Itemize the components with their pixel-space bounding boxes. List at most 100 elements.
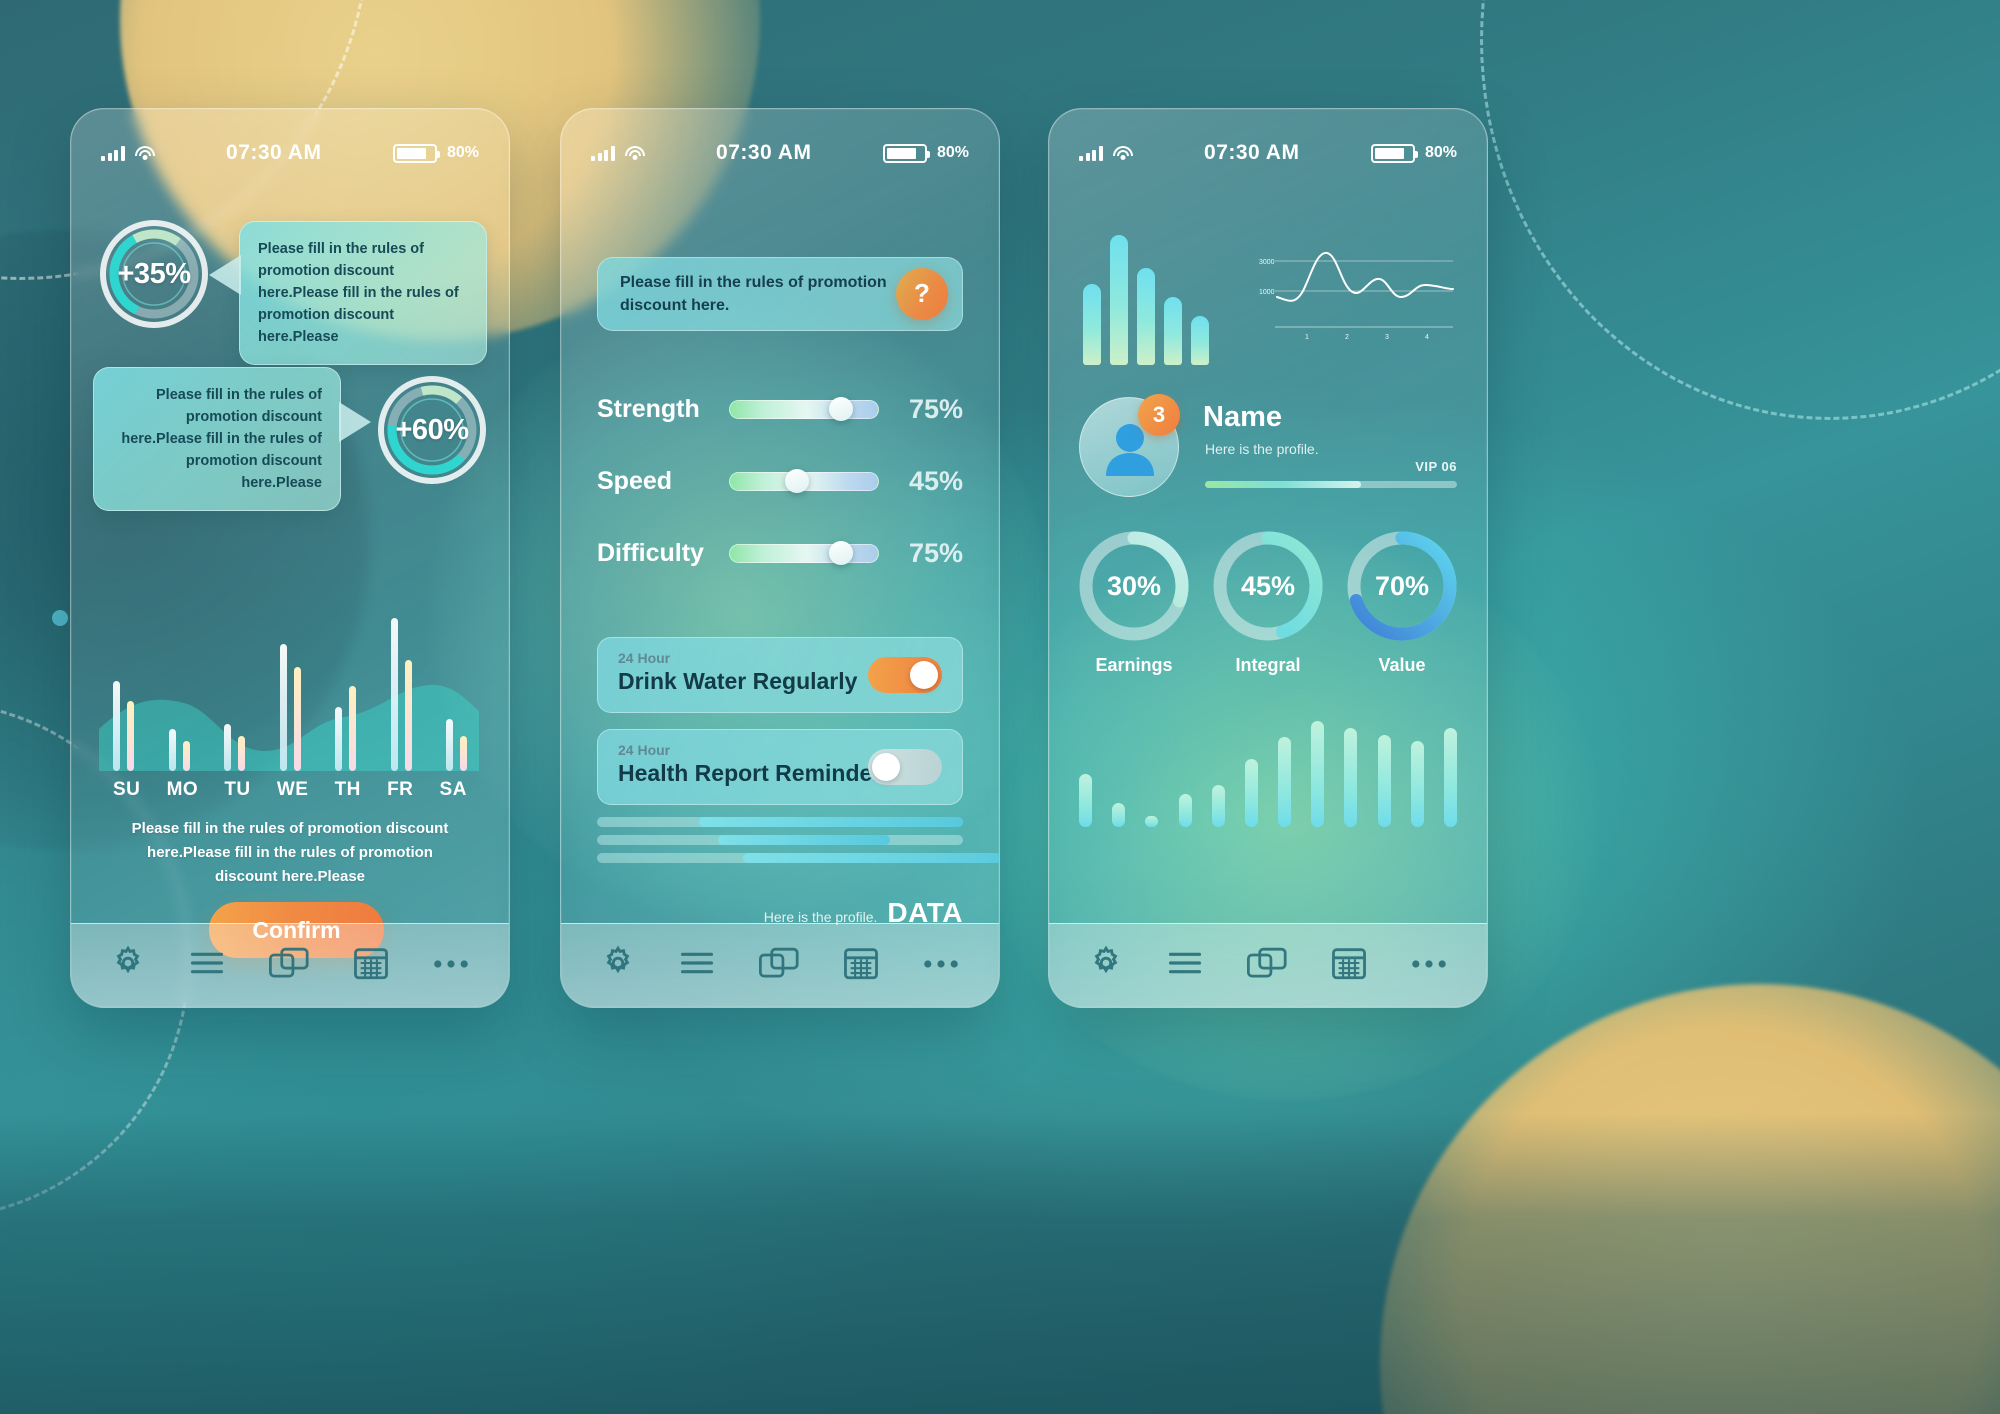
bottom-bar-chart (1079, 717, 1457, 827)
data-progress-lines (597, 817, 999, 871)
phone-screen-promotion: 07:30 AM 80% +35% Please fill in the rul… (70, 108, 510, 1008)
bar (1311, 721, 1325, 827)
x-tick-3: 3 (1385, 334, 1389, 341)
gear-icon[interactable] (600, 945, 636, 986)
bar-group (279, 643, 301, 771)
slider-knob-speed[interactable] (784, 469, 809, 493)
x-tick-2: 2 (1345, 334, 1349, 341)
toggle-card-health-report[interactable]: 24 Hour Health Report Reminder (597, 729, 963, 805)
slider-label-difficulty: Difficulty (597, 538, 704, 567)
more-icon[interactable] (432, 957, 470, 975)
progress-ring-35-value: +35% (117, 257, 191, 290)
progress-ring-35[interactable]: +35% (99, 219, 209, 329)
promotion-note: Please fill in the rules of promotion di… (131, 820, 449, 885)
calendar-icon[interactable] (353, 946, 389, 985)
toggle-switch-drink-water[interactable] (868, 657, 942, 693)
slider-row-strength[interactable]: Strength 75% (597, 389, 963, 429)
menu-icon[interactable] (189, 950, 225, 981)
progress-ring-60[interactable]: +60% (377, 375, 487, 485)
tooltip-tail-bottom (339, 402, 371, 442)
slider-track-speed[interactable] (729, 469, 879, 493)
wifi-icon (624, 145, 645, 161)
status-bar: 07:30 AM 80% (71, 109, 509, 197)
menu-icon[interactable] (1167, 950, 1203, 981)
bar (1443, 728, 1457, 827)
y-tick-1000: 1000 (1259, 289, 1275, 296)
screen1-content: +35% Please fill in the rules of promoti… (71, 197, 509, 958)
bar (293, 666, 301, 771)
gear-icon[interactable] (1088, 945, 1124, 986)
profile-name: Name (1203, 401, 1282, 433)
bar-group (335, 685, 356, 771)
bar (127, 701, 134, 771)
menu-icon[interactable] (679, 950, 715, 981)
donut-metric[interactable]: 45% Integral (1209, 527, 1327, 676)
donut-ring: 45% (1209, 527, 1327, 645)
bar-group (224, 724, 245, 771)
more-icon[interactable] (922, 957, 960, 975)
donut-metric[interactable]: 70% Value (1343, 527, 1461, 676)
data-line (597, 853, 999, 863)
donut-value: 45% (1240, 570, 1296, 601)
bar (1145, 816, 1159, 827)
bar (1137, 267, 1155, 365)
bar (1112, 802, 1126, 827)
weekly-bars (113, 597, 467, 771)
bar (168, 729, 176, 771)
signal-bars-icon (1079, 145, 1103, 161)
bar (1344, 728, 1358, 827)
bar-group (113, 680, 134, 771)
toggle-card-drink-water[interactable]: 24 Hour Drink Water Regularly (597, 637, 963, 713)
donut-ring: 70% (1343, 527, 1461, 645)
avatar[interactable]: 3 (1079, 394, 1180, 497)
toggle-switch-health-report[interactable] (868, 749, 942, 785)
tooltip-bubble-bottom-text: Please fill in the rules of promotion di… (121, 387, 322, 492)
bottom-navbar-2[interactable] (561, 923, 999, 1007)
weekly-day-labels: SU MO TU WE TH FR SA (113, 779, 467, 801)
slider-row-difficulty[interactable]: Difficulty 75% (597, 533, 963, 573)
wifi-icon (134, 145, 155, 161)
bar (349, 685, 356, 771)
bar-group (446, 718, 467, 771)
tooltip-bubble-top: Please fill in the rules of promotion di… (239, 221, 487, 366)
calendar-icon[interactable] (1331, 946, 1367, 985)
windows-icon[interactable] (268, 947, 310, 984)
more-icon[interactable] (1410, 957, 1448, 975)
profile-vip-level: VIP 06 (1415, 459, 1457, 474)
bottom-navbar-1[interactable] (71, 923, 509, 1007)
background-floor-shadow (0, 1114, 2000, 1414)
slider-row-speed[interactable]: Speed 45% (597, 461, 963, 501)
weekly-bar-chart: SU MO TU WE TH FR SA (99, 597, 481, 800)
info-bubble-text: Please fill in the rules of promotion di… (620, 273, 887, 314)
bar (404, 659, 412, 771)
screen2-content: Please fill in the rules of promotion di… (561, 197, 999, 928)
battery-percent: 80% (1424, 144, 1457, 161)
day-label: FR (387, 779, 414, 800)
windows-icon[interactable] (758, 947, 800, 984)
donut-value: 70% (1374, 570, 1430, 601)
profile-progress-bar (1205, 481, 1457, 488)
bar (335, 706, 342, 771)
bar (224, 724, 231, 771)
battery-percent: 80% (446, 144, 479, 161)
bottom-navbar-3[interactable] (1049, 923, 1487, 1007)
profile-card[interactable]: 3 Name Here is the profile. VIP 06 (1079, 394, 1457, 497)
wifi-icon (1112, 145, 1133, 161)
windows-icon[interactable] (1246, 947, 1288, 984)
status-time: 07:30 AM (1204, 141, 1300, 164)
data-line (597, 817, 963, 827)
question-mark-icon[interactable]: ? (896, 268, 948, 320)
day-label: SU (113, 779, 141, 800)
bar (1110, 235, 1128, 365)
slider-knob-difficulty[interactable] (829, 541, 853, 565)
slider-track-difficulty[interactable] (729, 541, 879, 565)
slider-knob-strength[interactable] (829, 397, 853, 421)
slider-track-strength[interactable] (729, 397, 879, 421)
donut-ring: 30% (1075, 527, 1193, 645)
phone-screen-profile: 07:30 AM 80% 3000 1000 1 2 3 4 3 Name He… (1048, 108, 1488, 1008)
gear-icon[interactable] (110, 945, 146, 986)
calendar-icon[interactable] (843, 946, 879, 985)
tooltip-tail-top (209, 255, 241, 295)
donut-metric[interactable]: 30% Earnings (1075, 527, 1193, 676)
donut-label: Integral (1235, 655, 1301, 675)
